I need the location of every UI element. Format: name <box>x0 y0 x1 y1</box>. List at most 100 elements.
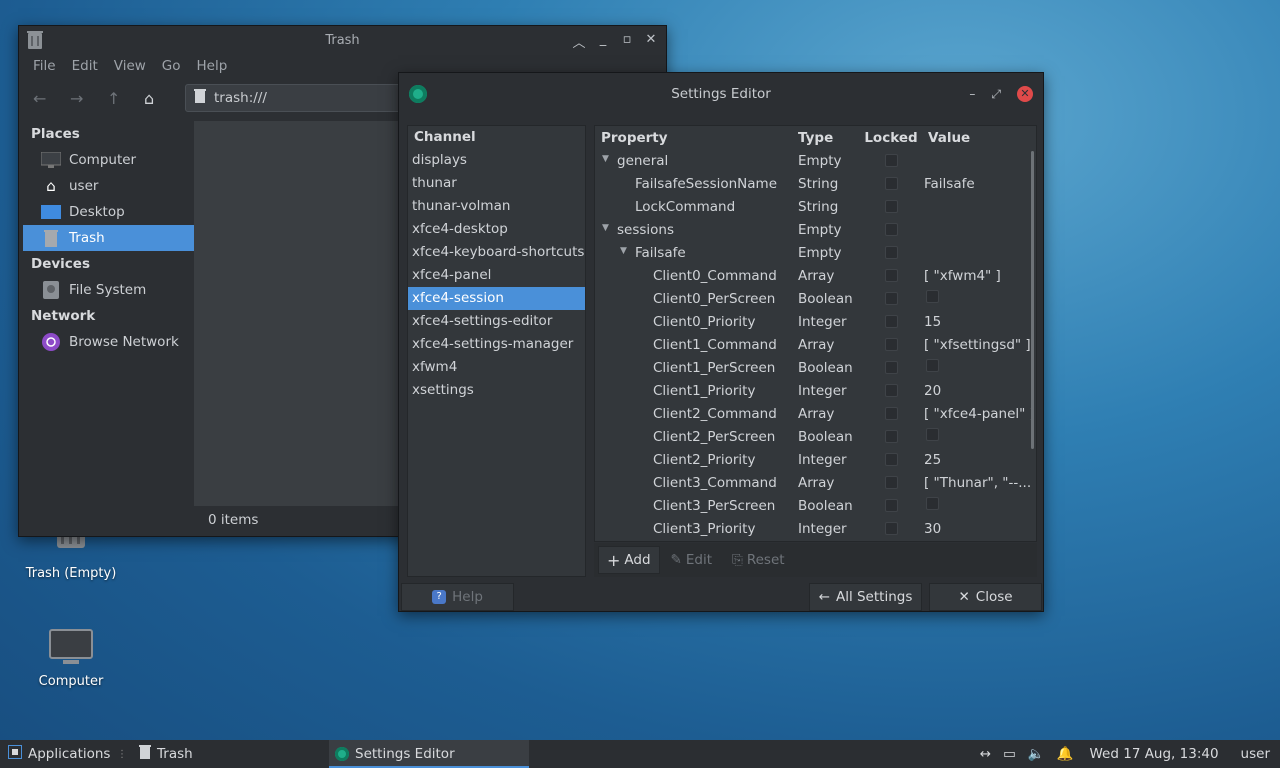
home-icon[interactable]: ⌂ <box>144 89 181 108</box>
close-button[interactable]: ✕ Close <box>929 583 1042 611</box>
value-cell[interactable]: [ "Thunar", "--... <box>924 475 1034 491</box>
expander-arrow-icon[interactable]: ▼ <box>620 246 627 256</box>
menu-edit[interactable]: Edit <box>64 58 106 74</box>
close-icon[interactable]: ✕ <box>644 32 658 51</box>
desktop-icon-computer[interactable]: Computer <box>16 628 126 689</box>
back-arrow-icon[interactable]: ← <box>33 89 70 108</box>
menu-view[interactable]: View <box>106 58 154 74</box>
sidebar-item-file-system[interactable]: File System <box>23 277 194 303</box>
locked-checkbox[interactable] <box>884 246 898 259</box>
locked-checkbox[interactable] <box>884 338 898 351</box>
value-cell[interactable]: Failsafe <box>924 176 1034 192</box>
locked-checkbox[interactable] <box>884 453 898 466</box>
channel-item[interactable]: xfwm4 <box>408 356 585 379</box>
display-icon[interactable]: ▭ <box>1003 746 1016 762</box>
locked-checkbox[interactable] <box>884 361 898 374</box>
expander-arrow-icon[interactable]: ▼ <box>602 154 609 164</box>
locked-checkbox[interactable] <box>884 499 898 512</box>
channel-item[interactable]: xfce4-desktop <box>408 218 585 241</box>
property-row[interactable]: Client3_PerScreen Boolean <box>595 494 1036 517</box>
forward-arrow-icon[interactable]: → <box>70 89 107 108</box>
property-column-header[interactable]: Property <box>595 130 795 146</box>
value-checkbox[interactable] <box>926 359 939 372</box>
type-column-header[interactable]: Type <box>795 130 858 146</box>
applications-menu-button[interactable]: Applications <box>0 740 117 768</box>
property-row[interactable]: Client1_Priority Integer 20 <box>595 379 1036 402</box>
value-cell[interactable]: 30 <box>924 521 1034 537</box>
property-row[interactable]: Client0_PerScreen Boolean <box>595 287 1036 310</box>
property-row[interactable]: Client0_Priority Integer 15 <box>595 310 1036 333</box>
expander-arrow-icon[interactable]: ▼ <box>602 223 609 233</box>
locked-checkbox[interactable] <box>884 154 898 167</box>
up-arrow-icon[interactable]: ↑ <box>107 89 144 108</box>
property-row[interactable]: Client2_Command Array [ "xfce4-panel" ] <box>595 402 1036 425</box>
reset-button[interactable]: ⎘ Reset <box>723 546 794 574</box>
minimize-icon[interactable]: _ <box>596 32 610 51</box>
sidebar-item-browse-network[interactable]: Browse Network <box>23 329 194 355</box>
settings-editor-titlebar[interactable]: Settings Editor – ⤢ ✕ <box>399 73 1043 115</box>
locked-checkbox[interactable] <box>884 315 898 328</box>
value-column-header[interactable]: Value <box>924 130 1034 146</box>
value-cell[interactable]: 20 <box>924 383 1034 399</box>
user-menu[interactable]: user <box>1241 746 1270 762</box>
channel-column-header[interactable]: Channel <box>408 126 585 149</box>
property-row[interactable]: Client2_PerScreen Boolean <box>595 425 1036 448</box>
channel-item[interactable]: displays <box>408 149 585 172</box>
notification-bell-icon[interactable]: 🔔 <box>1057 746 1074 762</box>
sidebar-item-trash[interactable]: Trash <box>23 225 194 251</box>
value-cell[interactable]: [ "xfwm4" ] <box>924 268 1034 284</box>
trash-titlebar[interactable]: Trash ︿ _ ▫ ✕ <box>19 26 666 54</box>
volume-icon[interactable]: 🔈 <box>1028 746 1045 762</box>
maximize-icon[interactable]: ▫ <box>620 32 634 51</box>
sidebar-item-computer[interactable]: Computer <box>23 147 194 173</box>
menu-help[interactable]: Help <box>189 58 236 74</box>
value-cell[interactable]: [ "xfsettingsd" ] <box>924 337 1034 353</box>
menu-file[interactable]: File <box>25 58 64 74</box>
help-button[interactable]: ? Help <box>401 583 514 611</box>
property-row[interactable]: Client2_Priority Integer 25 <box>595 448 1036 471</box>
channel-item[interactable]: xfce4-settings-manager <box>408 333 585 356</box>
locked-column-header[interactable]: Locked <box>858 130 924 146</box>
scrollbar[interactable] <box>1031 151 1034 449</box>
task-trash[interactable]: Trash <box>131 740 329 768</box>
edit-button[interactable]: ✎ Edit <box>662 546 721 574</box>
value-checkbox[interactable] <box>926 497 939 510</box>
locked-checkbox[interactable] <box>884 223 898 236</box>
value-cell[interactable]: 15 <box>924 314 1034 330</box>
property-row[interactable]: FailsafeSessionName String Failsafe <box>595 172 1036 195</box>
value-checkbox[interactable] <box>926 428 939 441</box>
value-cell[interactable] <box>924 359 1034 376</box>
property-row[interactable]: ▼ general Empty <box>595 149 1036 172</box>
locked-checkbox[interactable] <box>884 476 898 489</box>
task-settings-editor[interactable]: Settings Editor <box>329 740 529 768</box>
channel-item[interactable]: xfce4-settings-editor <box>408 310 585 333</box>
channel-item[interactable]: xsettings <box>408 379 585 402</box>
locked-checkbox[interactable] <box>884 430 898 443</box>
channel-item[interactable]: thunar-volman <box>408 195 585 218</box>
locked-checkbox[interactable] <box>884 522 898 535</box>
value-cell[interactable]: 25 <box>924 452 1034 468</box>
sidebar-item-desktop[interactable]: Desktop <box>23 199 194 225</box>
minimize-icon[interactable]: – <box>969 87 975 101</box>
close-icon[interactable]: ✕ <box>1017 86 1033 102</box>
value-cell[interactable] <box>924 290 1034 307</box>
property-row[interactable]: LockCommand String <box>595 195 1036 218</box>
locked-checkbox[interactable] <box>884 384 898 397</box>
sidebar-item-user[interactable]: ⌂ user <box>23 173 194 199</box>
restore-icon[interactable]: ⤢ <box>991 87 1001 102</box>
clock[interactable]: Wed 17 Aug, 13:40 <box>1090 746 1219 762</box>
channel-item[interactable]: xfce4-panel <box>408 264 585 287</box>
property-row[interactable]: ▼ Failsafe Empty <box>595 241 1036 264</box>
location-bar[interactable]: trash:/// <box>185 84 415 112</box>
locked-checkbox[interactable] <box>884 200 898 213</box>
value-cell[interactable] <box>924 428 1034 445</box>
property-row[interactable]: ▼ sessions Empty <box>595 218 1036 241</box>
locked-checkbox[interactable] <box>884 177 898 190</box>
channel-item[interactable]: thunar <box>408 172 585 195</box>
property-row[interactable]: Client1_Command Array [ "xfsettingsd" ] <box>595 333 1036 356</box>
value-cell[interactable] <box>924 497 1034 514</box>
property-row[interactable]: Client3_Priority Integer 30 <box>595 517 1036 540</box>
add-button[interactable]: + Add <box>598 546 660 574</box>
channel-item-selected[interactable]: xfce4-session <box>408 287 585 310</box>
property-row[interactable]: Client0_Command Array [ "xfwm4" ] <box>595 264 1036 287</box>
